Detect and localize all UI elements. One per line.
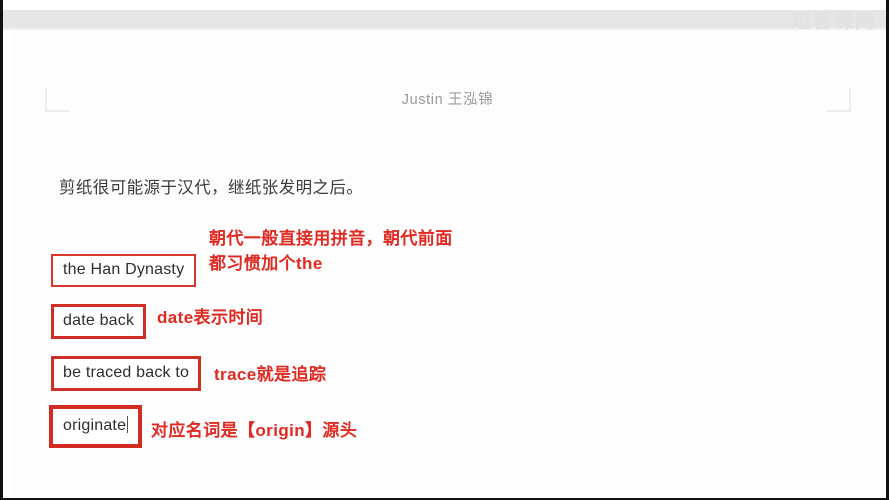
- document-page[interactable]: Justin 王泓锦 剪纸很可能源于汉代，继纸张发明之后。 the Han Dy…: [11, 30, 884, 496]
- annotation-note-line: 朝代一般直接用拼音，朝代前面: [209, 229, 453, 248]
- annotation-note-line: trace就是追踪: [214, 365, 327, 384]
- term-box-han[interactable]: the Han Dynasty: [51, 254, 197, 287]
- annotation-note-traced: trace就是追踪: [214, 363, 326, 388]
- annotation-row-originate: originate: [49, 405, 143, 448]
- annotation-note-line: 对应名词是【origin】源头: [151, 421, 358, 440]
- annotation-row-date: date back: [51, 304, 147, 339]
- term-box-originate-label: originate: [63, 417, 127, 434]
- term-box-originate[interactable]: originate: [49, 405, 143, 448]
- document-header-text: Justin 王泓锦: [401, 92, 494, 108]
- term-box-date-back[interactable]: date back: [51, 304, 147, 339]
- annotation-note-date: date表示时间: [157, 306, 263, 331]
- app-toolbar-band[interactable]: [3, 10, 886, 28]
- annotation-note-han: 朝代一般直接用拼音，朝代前面 都习惯加个the: [209, 227, 453, 276]
- screenshot-root: 逗香课网 Justin 王泓锦 剪纸很可能源于汉代，继纸张发明之后。 the H…: [0, 0, 889, 500]
- app-titlebar-strip: [3, 0, 886, 10]
- site-watermark: 逗香课网: [791, 11, 876, 32]
- annotation-row-han: the Han Dynasty: [51, 254, 197, 287]
- annotation-note-line: date表示时间: [157, 308, 264, 327]
- term-box-be-traced-back-to[interactable]: be traced back to: [51, 356, 202, 391]
- annotation-note-line: 都习惯加个the: [209, 253, 323, 273]
- document-paragraph: 剪纸很可能源于汉代，继纸张发明之后。: [59, 179, 364, 197]
- text-caret: [127, 416, 129, 433]
- annotation-row-traced: be traced back to: [51, 356, 202, 391]
- annotation-note-originate: 对应名词是【origin】源头: [151, 419, 357, 444]
